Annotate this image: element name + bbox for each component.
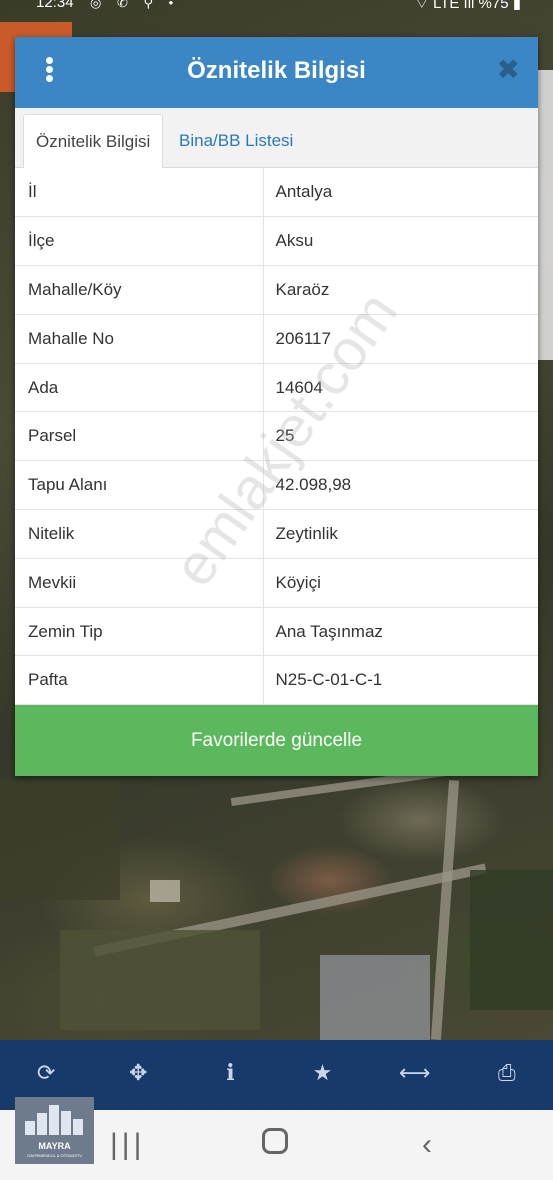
attribute-row: İlçe Aksu — [15, 216, 538, 267]
attribute-key: Mahalle/Köy — [15, 265, 264, 315]
attribute-row: Mevkii Köyiçi — [15, 558, 538, 608]
attribute-value: Köyiçi — [263, 558, 538, 608]
attribute-dialog: Öznitelik Bilgisi ✖ Öznitelik Bilgisi Bi… — [15, 37, 538, 777]
back-icon[interactable]: ‹ — [422, 1128, 432, 1162]
refresh-icon[interactable]: ⟳ — [26, 1060, 66, 1086]
logo-subtitle: GAYRIMENKUL & OTOMOTIV — [27, 1153, 82, 1158]
attribute-key: Mahalle No — [15, 314, 264, 364]
attribute-value: Ana Taşınmaz — [263, 607, 538, 657]
tab-attribute-info[interactable]: Öznitelik Bilgisi — [23, 114, 164, 168]
dialog-header: Öznitelik Bilgisi ✖ — [15, 37, 538, 108]
attribute-row: Mahalle No 206117 — [15, 314, 538, 364]
attribute-value: Antalya — [263, 168, 538, 218]
locate-icon[interactable]: ✥ — [118, 1060, 158, 1086]
attribute-key: İl — [15, 168, 264, 218]
recent-apps-icon[interactable]: ||| — [110, 1128, 145, 1162]
status-bar: 12:34 ◎ ✆ ⚲ • ⌔ LTE ıll %75 ▮ — [0, 0, 553, 14]
update-favorites-button[interactable]: Favorilerde güncelle — [15, 705, 538, 777]
logo-buildings-icon — [25, 1105, 84, 1135]
attribute-key: Parsel — [15, 411, 264, 462]
attribute-row: Mahalle/Köy Karaöz — [15, 265, 538, 315]
attribute-key: Tapu Alanı — [15, 460, 264, 511]
close-icon[interactable]: ✖ — [497, 55, 520, 85]
attribute-row: Nitelik Zeytinlik — [15, 509, 538, 559]
attribute-key: Mevkii — [15, 558, 264, 608]
attribute-key: Zemin Tip — [15, 607, 264, 657]
attribute-key: Ada — [15, 363, 264, 413]
attribute-row: İl Antalya — [15, 168, 538, 218]
tab-building-list[interactable]: Bina/BB Listesi — [167, 114, 305, 168]
print-icon[interactable]: ⎙ — [487, 1060, 527, 1086]
status-time: 12:34 — [36, 0, 74, 11]
attribute-key: Nitelik — [15, 509, 264, 559]
attribute-row: Zemin Tip Ana Taşınmaz — [15, 607, 538, 657]
attribute-value: Karaöz — [263, 265, 538, 315]
company-logo: MAYRA GAYRIMENKUL & OTOMOTIV — [15, 1097, 94, 1164]
attribute-row: Pafta N25-C-01-C-1 — [15, 655, 538, 706]
attribute-key: İlçe — [15, 216, 264, 267]
battery-signal-icons: ⌔ LTE ıll %75 ▮ — [414, 0, 521, 12]
star-icon[interactable]: ★ — [303, 1060, 343, 1086]
attribute-value: 206117 — [263, 314, 538, 364]
attribute-value: 25 — [263, 411, 538, 462]
logo-name: MAYRA — [38, 1141, 71, 1151]
attribute-value: Zeytinlik — [263, 509, 538, 559]
attribute-row: Ada 14604 — [15, 363, 538, 413]
dialog-title: Öznitelik Bilgisi — [187, 57, 366, 84]
attribute-key: Pafta — [15, 655, 264, 706]
attribute-row: Parsel 25 — [15, 411, 538, 462]
attribute-value: 14604 — [263, 363, 538, 413]
notification-icons: ◎ ✆ ⚲ • — [90, 0, 180, 10]
attribute-table: İl Antalya İlçe Aksu Mahalle/Köy Karaöz Mahall… — [15, 168, 538, 706]
attribute-value: 42.098,98 — [263, 460, 538, 511]
attribute-row: Tapu Alanı 42.098,98 — [15, 460, 538, 511]
info-icon[interactable]: i — [210, 1060, 250, 1086]
home-icon[interactable] — [262, 1128, 288, 1154]
dialog-tabs: Öznitelik Bilgisi Bina/BB Listesi — [15, 108, 538, 168]
attribute-value: N25-C-01-C-1 — [263, 655, 538, 706]
measure-icon[interactable]: ⟷ — [395, 1060, 435, 1086]
attribute-value: Aksu — [263, 216, 538, 267]
